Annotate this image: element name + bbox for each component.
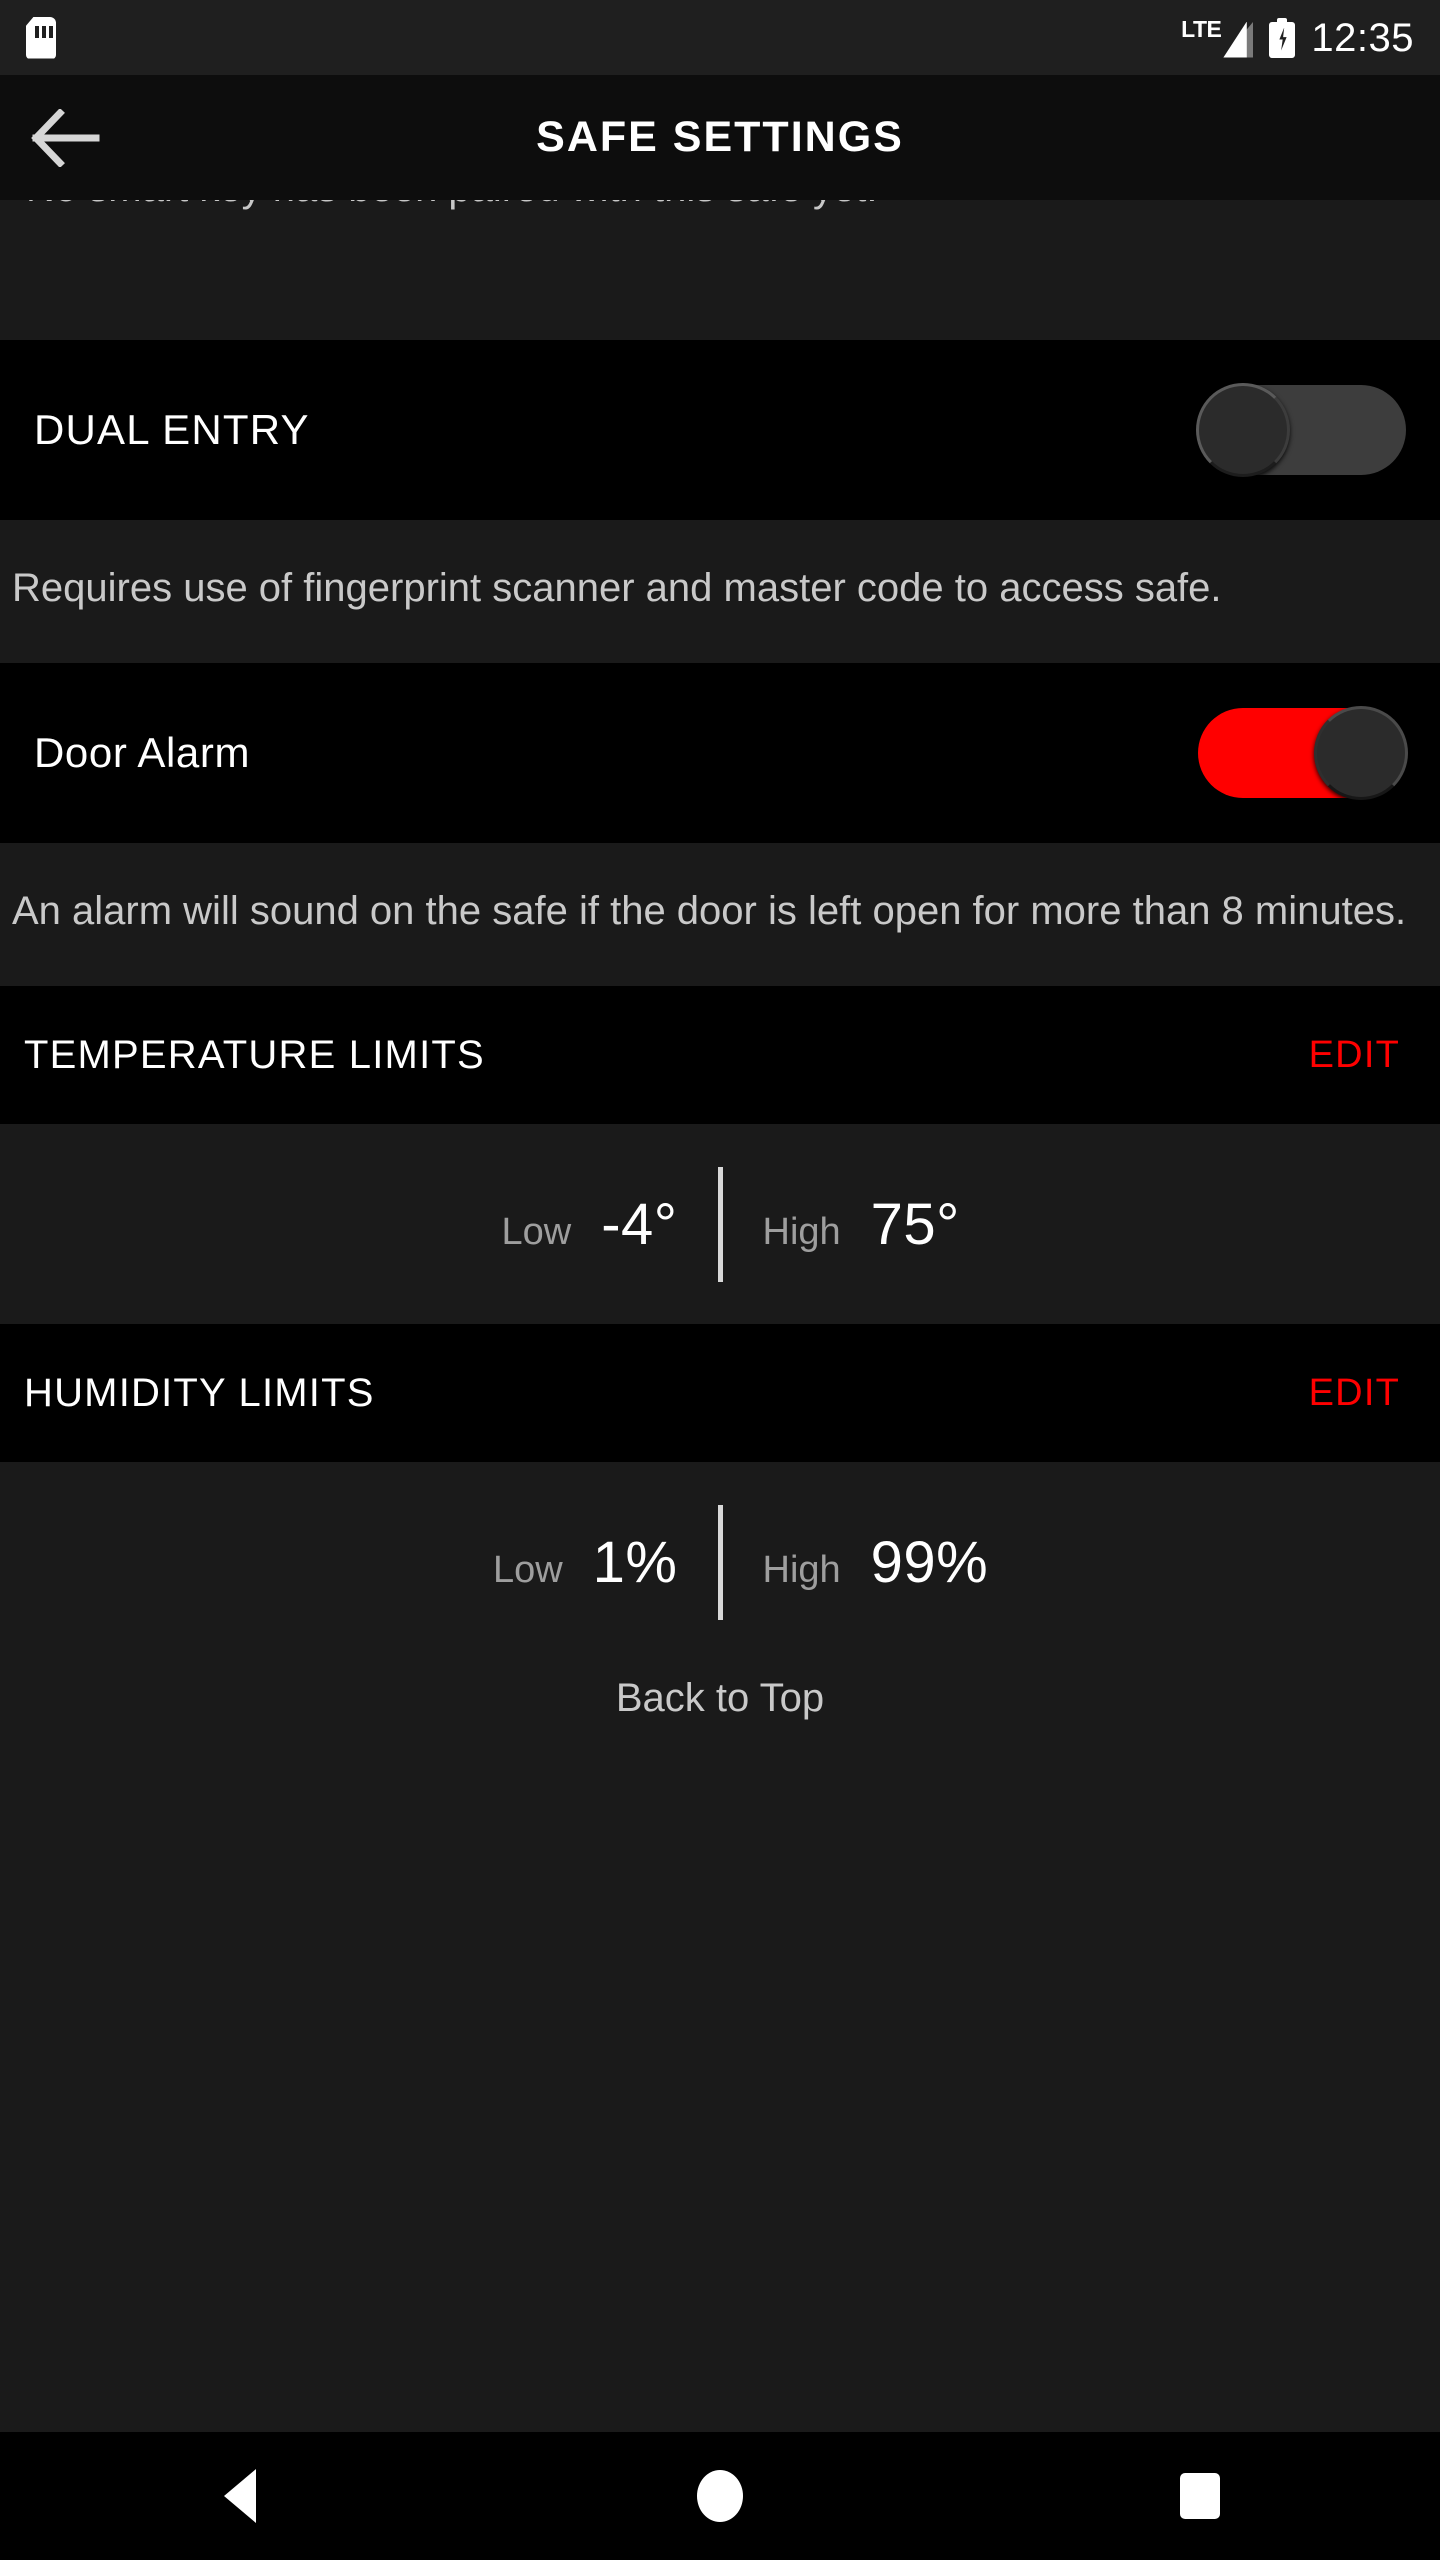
door-alarm-label: Door Alarm	[34, 729, 251, 777]
back-to-top-link[interactable]: Back to Top	[616, 1676, 824, 1721]
status-bar-clock: 12:35	[1311, 15, 1414, 60]
back-to-top-row[interactable]: Back to Top	[0, 1662, 1440, 1813]
toggle-thumb	[1196, 383, 1290, 477]
door-alarm-description: An alarm will sound on the safe if the d…	[0, 843, 1440, 987]
temperature-high-label: High	[762, 1210, 841, 1253]
humidity-high-label: High	[762, 1548, 841, 1591]
dual-entry-toggle[interactable]	[1196, 383, 1406, 477]
dual-entry-description: Requires use of fingerprint scanner and …	[0, 520, 1440, 664]
temperature-limits-edit-button[interactable]: EDIT	[1309, 1034, 1400, 1077]
battery-charging-icon	[1269, 17, 1296, 58]
nav-home-button[interactable]	[645, 2432, 795, 2560]
temperature-limits-header: TEMPERATURE LIMITS EDIT	[0, 986, 1440, 1125]
status-bar-right: LTE 12:35	[1181, 15, 1414, 60]
humidity-high-cell: High 99%	[723, 1529, 1073, 1596]
door-alarm-description-text: An alarm will sound on the safe if the d…	[12, 889, 1407, 934]
status-bar-left	[26, 16, 56, 59]
signal-bars-icon: LTE	[1181, 15, 1254, 58]
humidity-high-value: 99%	[870, 1529, 989, 1595]
humidity-low-label: Low	[492, 1548, 563, 1591]
home-circle-icon	[697, 2470, 743, 2522]
android-nav-bar	[0, 2432, 1440, 2560]
temperature-high-value: 75°	[870, 1191, 960, 1257]
page-title: SAFE SETTINGS	[536, 113, 904, 161]
humidity-limits-header: HUMIDITY LIMITS EDIT	[0, 1324, 1440, 1463]
temperature-low-cell: Low -4°	[368, 1191, 718, 1258]
network-type-label: LTE	[1181, 15, 1222, 42]
humidity-limits-edit-button[interactable]: EDIT	[1309, 1372, 1400, 1415]
app-screen: LTE 12:35 SAFE SETTINGS No smart key has…	[0, 0, 1440, 2560]
settings-list: No smart key has been paired with this s…	[0, 200, 1440, 2432]
smart-key-status-row: No smart key has been paired with this s…	[0, 200, 1440, 340]
nav-back-button[interactable]	[165, 2432, 315, 2560]
dual-entry-row[interactable]: DUAL ENTRY	[0, 340, 1440, 520]
sd-card-icon	[26, 16, 56, 59]
app-header: SAFE SETTINGS	[0, 75, 1440, 200]
door-alarm-row[interactable]: Door Alarm	[0, 663, 1440, 844]
door-alarm-toggle[interactable]	[1198, 706, 1408, 801]
nav-recents-button[interactable]	[1125, 2432, 1275, 2560]
smart-key-status-text: No smart key has been paired with this s…	[26, 200, 878, 211]
humidity-low-cell: Low 1%	[368, 1529, 718, 1596]
temperature-low-value: -4°	[601, 1191, 678, 1257]
back-arrow-icon	[31, 108, 100, 167]
temperature-limits-values: Low -4° High 75°	[0, 1124, 1440, 1325]
recents-square-icon	[1180, 2473, 1220, 2519]
back-button[interactable]	[28, 100, 104, 176]
toggle-thumb	[1314, 706, 1408, 801]
temperature-limits-title: TEMPERATURE LIMITS	[24, 1032, 485, 1077]
list-bottom-spacer	[0, 1812, 1440, 2432]
status-bar: LTE 12:35	[0, 0, 1440, 75]
humidity-limits-title: HUMIDITY LIMITS	[24, 1370, 375, 1415]
temperature-low-label: Low	[501, 1210, 572, 1253]
dual-entry-description-text: Requires use of fingerprint scanner and …	[12, 566, 1222, 610]
temperature-high-cell: High 75°	[723, 1191, 1073, 1258]
humidity-limits-values: Low 1% High 99%	[0, 1462, 1440, 1663]
dual-entry-label: DUAL ENTRY	[34, 406, 310, 453]
humidity-low-value: 1%	[592, 1529, 678, 1595]
back-triangle-icon	[224, 2469, 256, 2523]
